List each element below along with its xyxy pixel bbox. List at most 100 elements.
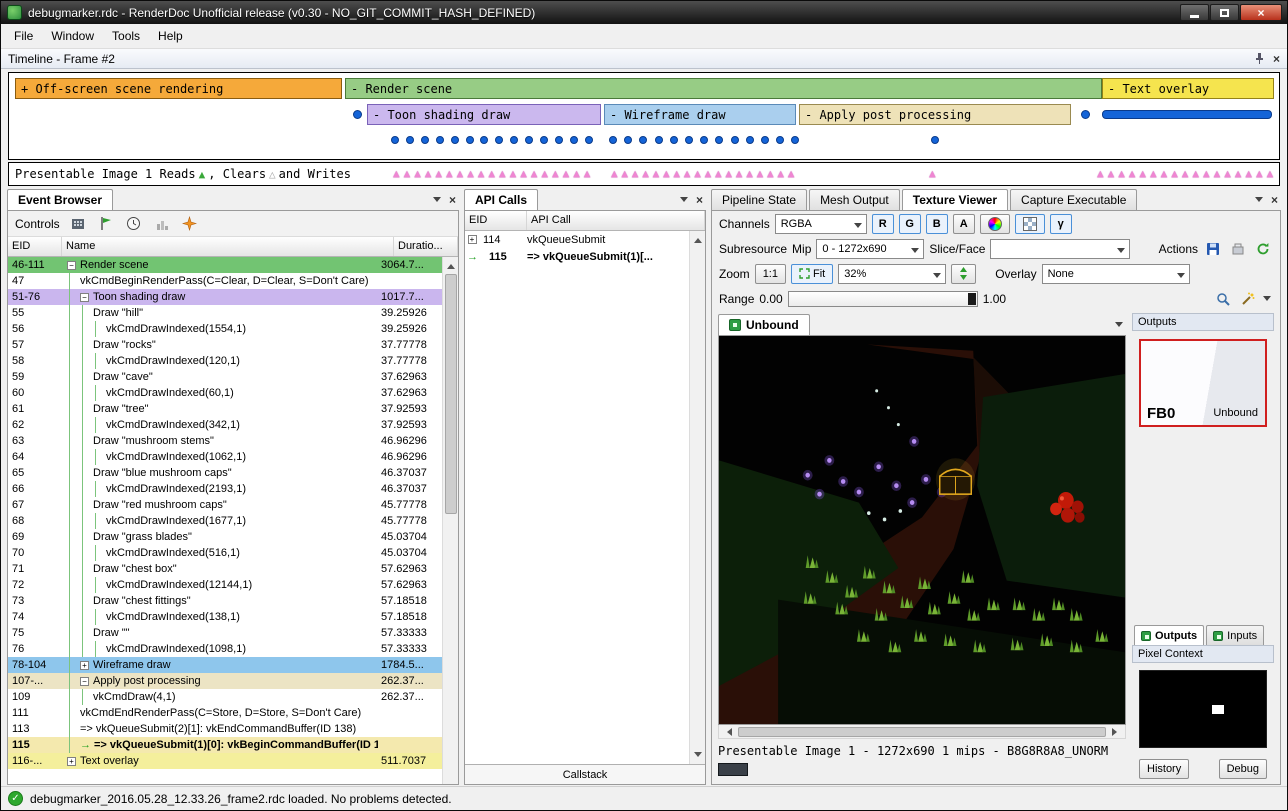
range-slider-thumb[interactable]	[968, 293, 976, 305]
scroll-down-icon[interactable]	[694, 749, 702, 764]
event-row[interactable]: 74vkCmdDrawIndexed(138,1)57.18518	[8, 609, 442, 625]
checkerboard-button[interactable]	[1015, 214, 1045, 234]
texture-h-scrollbar[interactable]	[718, 725, 1126, 739]
pin-icon[interactable]	[1254, 52, 1265, 65]
menu-file[interactable]: File	[5, 25, 42, 47]
callstack-section[interactable]: Callstack	[465, 764, 705, 784]
history-button[interactable]: History	[1139, 759, 1189, 779]
timeline-section-wireframe[interactable]: - Wireframe draw	[604, 104, 796, 125]
tab-api-calls[interactable]: API Calls	[464, 189, 538, 211]
event-row[interactable]: 115→=> vkQueueSubmit(1)[0]: vkBeginComma…	[8, 737, 442, 753]
fit-button[interactable]: Fit	[791, 264, 833, 284]
event-row[interactable]: 65Draw "blue mushroom caps"46.37037	[8, 465, 442, 481]
timeline-section-toon[interactable]: - Toon shading draw	[367, 104, 601, 125]
scrollbar-thumb[interactable]	[738, 727, 1106, 737]
tab-pipeline-state[interactable]: Pipeline State	[711, 189, 807, 210]
texture-image[interactable]	[719, 336, 1125, 724]
close-button[interactable]: ×	[1240, 4, 1282, 21]
tree-expander-icon[interactable]: −	[80, 293, 89, 302]
sliceface-dropdown[interactable]	[990, 239, 1130, 259]
timeline-close-icon[interactable]: ×	[1273, 53, 1280, 65]
toolbar-overflow-icon[interactable]	[1263, 296, 1271, 305]
timeline-section-render-scene[interactable]: - Render scene	[345, 78, 1102, 99]
event-row[interactable]: 116-...+Text overlay511.7037	[8, 753, 442, 769]
event-row[interactable]: 69Draw "grass blades"45.03704	[8, 529, 442, 545]
menu-tools[interactable]: Tools	[103, 25, 149, 47]
event-row[interactable]: 64vkCmdDrawIndexed(1062,1)46.96296	[8, 449, 442, 465]
texture-display[interactable]	[718, 335, 1126, 725]
menu-window[interactable]: Window	[42, 25, 103, 47]
grid-icon[interactable]	[68, 214, 88, 234]
event-row[interactable]: 78-104+Wireframe draw1784.5...	[8, 657, 442, 673]
scroll-up-icon[interactable]	[694, 231, 702, 246]
color-wheel-button[interactable]	[980, 214, 1010, 234]
event-row[interactable]: 51-76−Toon shading draw1017.7...	[8, 289, 442, 305]
event-row[interactable]: 47vkCmdBeginRenderPass(C=Clear, D=Clear,…	[8, 273, 442, 289]
panel-menu-icon[interactable]	[433, 197, 441, 206]
event-browser-scrollbar[interactable]	[442, 257, 458, 784]
api-calls-scrollbar[interactable]	[689, 231, 705, 764]
tree-expander-icon[interactable]: −	[67, 261, 76, 270]
event-row[interactable]: 59Draw "cave"37.62963	[8, 369, 442, 385]
tab-event-browser[interactable]: Event Browser	[7, 189, 113, 211]
event-row[interactable]: 46-111−Render scene3064.7...	[8, 257, 442, 273]
event-row[interactable]: 113=> vkQueueSubmit(2)[1]: vkEndCommandB…	[8, 721, 442, 737]
mip-dropdown[interactable]: 0 - 1272x690	[816, 239, 924, 259]
event-row[interactable]: 57Draw "rocks"37.77778	[8, 337, 442, 353]
event-row[interactable]: 76vkCmdDrawIndexed(1098,1)57.33333	[8, 641, 442, 657]
event-row[interactable]: 67Draw "red mushroom caps"45.77778	[8, 497, 442, 513]
panel-close-icon[interactable]: ×	[1271, 194, 1278, 206]
tree-expander-icon[interactable]: −	[80, 677, 89, 686]
event-row[interactable]: 73Draw "chest fittings"57.18518	[8, 593, 442, 609]
event-row[interactable]: 71Draw "chest box"57.62963	[8, 561, 442, 577]
event-row[interactable]: 56vkCmdDrawIndexed(1554,1)39.25926	[8, 321, 442, 337]
event-row[interactable]: 55Draw "hill"39.25926	[8, 305, 442, 321]
event-row[interactable]: 60vkCmdDrawIndexed(60,1)37.62963	[8, 385, 442, 401]
scroll-right-icon[interactable]	[1112, 728, 1121, 736]
event-row[interactable]: 70vkCmdDrawIndexed(516,1)45.03704	[8, 545, 442, 561]
event-row[interactable]: 109vkCmdDraw(4,1)262.37...	[8, 689, 442, 705]
texture-tab-unbound[interactable]: Unbound	[718, 314, 810, 336]
channel-r-button[interactable]: R	[872, 214, 894, 234]
event-row[interactable]: 62vkCmdDrawIndexed(342,1)37.92593	[8, 417, 442, 433]
column-eid[interactable]: EID	[465, 211, 527, 230]
column-duration[interactable]: Duratio...	[394, 237, 458, 256]
zoom-1to1-button[interactable]: 1:1	[755, 264, 786, 284]
event-row[interactable]: 72vkCmdDrawIndexed(12144,1)57.62963	[8, 577, 442, 593]
clock-icon[interactable]	[124, 214, 144, 234]
event-row[interactable]: 63Draw "mushroom stems"46.96296	[8, 433, 442, 449]
wand-icon[interactable]	[1238, 289, 1258, 309]
timeline-section-text-overlay[interactable]: - Text overlay	[1102, 78, 1274, 99]
title-bar[interactable]: debugmarker.rdc - RenderDoc Unofficial r…	[1, 1, 1287, 24]
texture-tabs-menu-icon[interactable]	[1115, 322, 1123, 331]
fb0-thumbnail[interactable]: FB0 Unbound	[1139, 339, 1267, 427]
panel-close-icon[interactable]: ×	[449, 194, 456, 206]
scroll-left-icon[interactable]	[723, 728, 732, 736]
panel-menu-icon[interactable]	[680, 197, 688, 206]
tree-expander-icon[interactable]: +	[468, 235, 477, 244]
event-row[interactable]: 66vkCmdDrawIndexed(2193,1)46.37037	[8, 481, 442, 497]
api-call-row[interactable]: +114vkQueueSubmit	[465, 231, 689, 248]
magnifier-icon[interactable]	[1213, 289, 1233, 309]
event-row[interactable]: 107-...−Apply post processing262.37...	[8, 673, 442, 689]
tab-mesh-output[interactable]: Mesh Output	[809, 189, 900, 210]
event-row[interactable]: 61Draw "tree"37.92593	[8, 401, 442, 417]
pixel-context-view[interactable]	[1139, 670, 1267, 748]
export-icon[interactable]	[1228, 239, 1248, 259]
event-row[interactable]: 111vkCmdEndRenderPass(C=Store, D=Store, …	[8, 705, 442, 721]
zoom-dropdown[interactable]: 32%	[838, 264, 946, 284]
debug-button[interactable]: Debug	[1219, 759, 1267, 779]
range-slider[interactable]	[788, 291, 978, 307]
column-eid[interactable]: EID	[8, 237, 62, 256]
channel-g-button[interactable]: G	[899, 214, 921, 234]
tab-outputs[interactable]: Outputs	[1134, 625, 1204, 645]
tree-expander-icon[interactable]: +	[80, 661, 89, 670]
channel-a-button[interactable]: A	[953, 214, 975, 234]
tab-inputs[interactable]: Inputs	[1206, 625, 1264, 645]
tab-capture-executable[interactable]: Capture Executable	[1010, 189, 1137, 210]
gamma-button[interactable]: γ	[1050, 214, 1072, 234]
channel-b-button[interactable]: B	[926, 214, 948, 234]
event-row[interactable]: 75Draw ""57.33333	[8, 625, 442, 641]
star-icon[interactable]	[180, 214, 200, 234]
flip-y-button[interactable]	[951, 264, 976, 284]
